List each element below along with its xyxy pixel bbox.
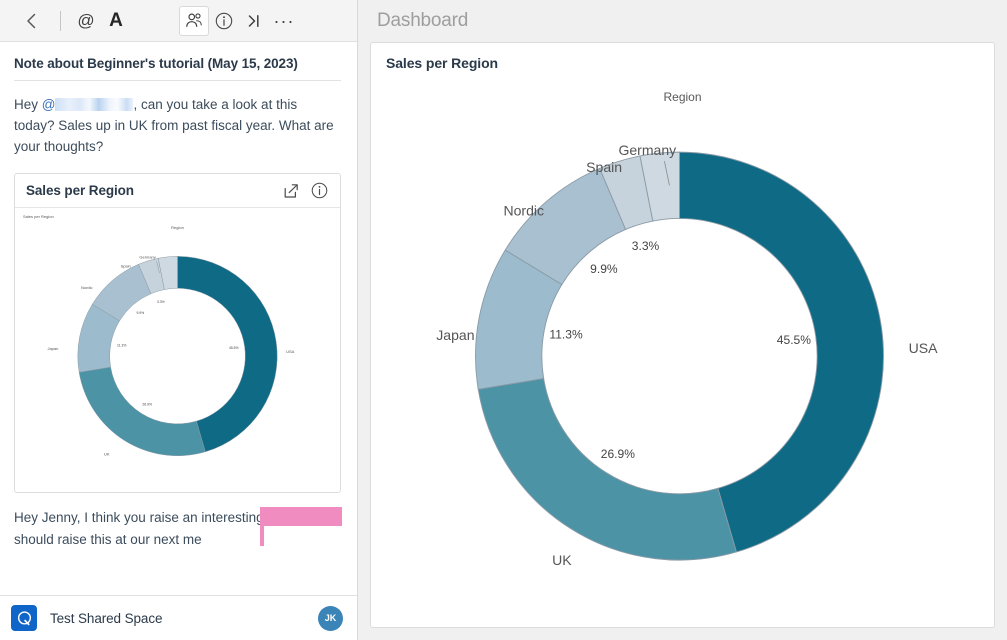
svg-text:USA: USA <box>909 340 939 356</box>
embedded-chart-info-button[interactable] <box>308 180 330 202</box>
mention-at-sign: @ <box>41 97 56 112</box>
svg-text:Germany: Germany <box>139 254 155 259</box>
note-title: Note about Beginner's tutorial (May 15, … <box>14 56 341 81</box>
note-info-button[interactable] <box>209 6 239 36</box>
more-options-button[interactable]: ··· <box>269 6 299 36</box>
share-icon <box>284 183 298 198</box>
space-logo <box>11 605 37 631</box>
note-panel: @ A ··· Note about Beginner's tutorial (… <box>0 0 358 640</box>
share-people-button[interactable] <box>179 5 209 36</box>
svg-text:Spain: Spain <box>586 159 622 175</box>
note-toolbar: @ A ··· <box>0 0 357 42</box>
text-cursor <box>260 525 264 546</box>
svg-text:Spain: Spain <box>121 263 131 268</box>
space-footer[interactable]: Test Shared Space JK <box>0 595 357 640</box>
svg-text:Nordic: Nordic <box>503 202 544 218</box>
reply-redacted-text <box>260 507 342 526</box>
chevron-right-bar-icon <box>248 14 259 27</box>
chevron-left-icon <box>26 13 35 28</box>
open-in-new-button[interactable] <box>280 180 302 202</box>
svg-text:26.9%: 26.9% <box>601 447 635 461</box>
avatar[interactable]: JK <box>318 605 343 631</box>
svg-text:11.3%: 11.3% <box>117 343 126 347</box>
embedded-chart-title: Sales per Region <box>26 183 134 198</box>
embedded-donut-svg: 45.5% 26.9% 11.3% 9.9% 3.3% USA UK Japan Nordic S… <box>47 254 295 457</box>
text-format-button[interactable]: A <box>101 6 131 36</box>
embedded-donut-chart[interactable]: Sales per Region Region 45.5% 26.9% 11.3% 9… <box>15 208 340 492</box>
svg-text:UK: UK <box>552 552 572 568</box>
mention-redacted-name <box>55 98 134 111</box>
embedded-mini-title: Sales per Region <box>23 214 54 219</box>
space-name: Test Shared Space <box>50 610 163 626</box>
svg-text:Japan: Japan <box>47 346 58 351</box>
svg-text:UK: UK <box>104 452 110 457</box>
note-text-pre: Hey <box>14 97 42 112</box>
donut-chart[interactable]: 45.5% 26.9% 11.3% 9.9% 3.3% USA UK Japan Nordic S… <box>371 43 994 627</box>
note-content[interactable]: Note about Beginner's tutorial (May 15, … <box>0 42 357 595</box>
svg-text:3.3%: 3.3% <box>632 239 660 253</box>
chart-sheet-card[interactable]: Sales per Region Region 45.5% 26.9% 11.3% 9… <box>370 42 995 628</box>
page-title: Dashboard <box>377 10 469 31</box>
people-icon <box>186 13 202 27</box>
svg-text:9.9%: 9.9% <box>136 311 144 315</box>
back-button[interactable] <box>16 6 46 36</box>
info-icon <box>215 12 233 29</box>
svg-text:USA: USA <box>286 349 295 354</box>
ellipsis-icon: ··· <box>273 10 295 31</box>
embedded-legend-title: Region <box>171 225 184 230</box>
at-icon: @ <box>77 10 95 30</box>
collapse-panel-button[interactable] <box>239 6 269 36</box>
app-root: @ A ··· Note about Beginner's tutorial (… <box>0 0 1007 640</box>
reply-paragraph: Hey Jenny, I think you raise an interest… <box>14 507 342 551</box>
note-paragraph: Hey @, can you take a look at this today… <box>14 94 341 157</box>
reply-line-1: Hey Jenny, I think you raise an interest… <box>14 510 264 525</box>
dashboard-panel: Dashboard Sales per Region Region 45.5% 2… <box>358 0 1007 640</box>
donut-chart-svg: 45.5% 26.9% 11.3% 9.9% 3.3% USA UK Japan Nordic S… <box>436 142 939 568</box>
svg-text:45.5%: 45.5% <box>777 333 811 347</box>
info-icon <box>311 182 327 199</box>
qlik-space-icon <box>17 610 31 625</box>
svg-text:Germany: Germany <box>618 142 676 158</box>
svg-text:26.9%: 26.9% <box>142 402 152 406</box>
embedded-chart-card[interactable]: Sales per Region Sales per Region Region… <box>14 173 341 493</box>
svg-text:45.5%: 45.5% <box>229 346 239 350</box>
toolbar-divider <box>60 10 61 31</box>
svg-text:9.9%: 9.9% <box>590 262 618 276</box>
svg-text:Japan: Japan <box>436 327 474 343</box>
svg-text:Nordic: Nordic <box>81 285 92 290</box>
svg-text:3.3%: 3.3% <box>157 300 165 304</box>
mention-button[interactable]: @ <box>71 6 101 36</box>
svg-text:11.3%: 11.3% <box>549 327 583 341</box>
embedded-chart-header: Sales per Region <box>15 174 340 208</box>
font-icon: A <box>109 9 123 31</box>
dashboard-header: Dashboard <box>370 0 995 42</box>
